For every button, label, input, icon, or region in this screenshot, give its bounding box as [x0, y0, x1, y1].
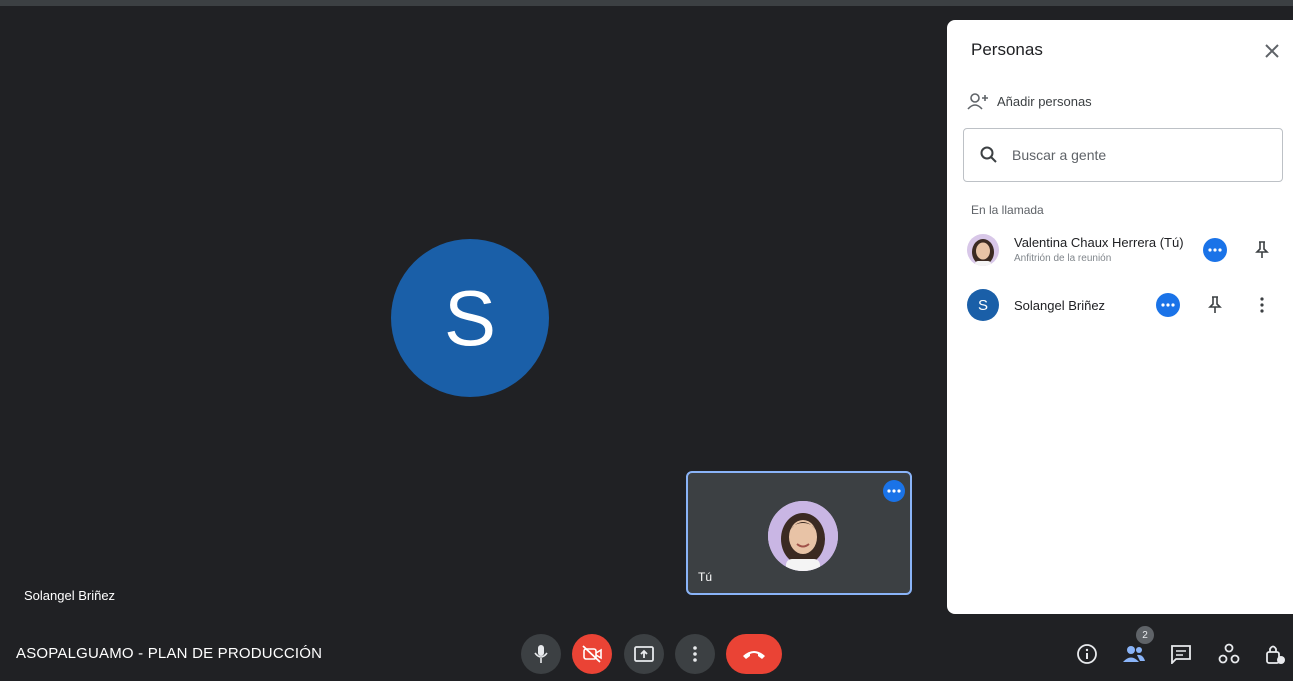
panel-title: Personas [971, 40, 1043, 59]
self-avatar [768, 501, 838, 571]
participant-role: Anfitrión de la reunión [1014, 253, 1112, 264]
show-people-button[interactable] [1121, 641, 1147, 667]
main-participant-avatar: S [391, 239, 549, 397]
more-vertical-icon [1260, 297, 1264, 313]
host-controls-icon [1266, 645, 1285, 664]
self-tile-label: Tú [698, 570, 713, 584]
pin-participant-button[interactable] [1203, 293, 1227, 317]
more-options-button[interactable] [675, 634, 715, 674]
participant-initial: S [977, 296, 988, 314]
meeting-title: ASOPALGUAMO - PLAN DE PRODUCCIÓN [16, 645, 323, 662]
participant-name: Solangel Briñez [1014, 298, 1106, 313]
leave-call-button[interactable] [726, 634, 782, 674]
in-call-section-label: En la llamada [971, 203, 1044, 217]
close-panel-button[interactable] [1261, 40, 1283, 62]
participant-menu-button[interactable] [1250, 293, 1274, 317]
add-people-button[interactable]: Añadir personas [967, 92, 1092, 110]
people-icon [1123, 646, 1145, 662]
hang-up-icon [743, 651, 765, 659]
add-people-label: Añadir personas [997, 93, 1092, 109]
meeting-info-button[interactable] [1074, 641, 1100, 667]
present-screen-icon [634, 646, 654, 662]
participant-row[interactable]: S Solangel Briñez [947, 285, 1293, 325]
self-tile-more-button[interactable] [883, 480, 905, 502]
present-screen-button[interactable] [624, 634, 664, 674]
camera-toggle-button[interactable] [572, 634, 612, 674]
close-icon [1265, 44, 1279, 58]
participant-row[interactable]: Valentina Chaux Herrera (Tú) Anfitrión d… [947, 230, 1293, 270]
mic-icon [534, 645, 548, 663]
chat-icon [1171, 645, 1191, 664]
pin-icon [1208, 296, 1222, 313]
chat-button[interactable] [1168, 641, 1194, 667]
more-options-icon [693, 646, 697, 662]
participant-avatar: S [967, 289, 999, 321]
main-participant-initial: S [443, 273, 497, 362]
pin-participant-button[interactable] [1250, 238, 1274, 262]
people-panel: Personas Añadir personas En la llamada [947, 20, 1293, 614]
add-person-icon [967, 93, 988, 110]
activities-button[interactable] [1216, 641, 1242, 667]
self-video-tile[interactable]: Tú [686, 471, 912, 595]
activities-icon [1218, 643, 1240, 664]
search-icon [980, 146, 997, 163]
info-icon [1077, 644, 1097, 664]
pin-icon [1255, 241, 1269, 258]
mic-toggle-button[interactable] [521, 634, 561, 674]
participant-more-button[interactable] [1156, 293, 1180, 317]
more-horizontal-icon [1161, 303, 1175, 307]
participant-avatar [967, 234, 999, 266]
main-participant-name: Solangel Briñez [24, 588, 116, 603]
search-people-field[interactable] [963, 128, 1283, 182]
more-horizontal-icon [1208, 248, 1222, 252]
camera-off-icon [582, 645, 602, 663]
participant-more-button[interactable] [1203, 238, 1227, 262]
host-controls-button[interactable] [1262, 641, 1288, 667]
more-horizontal-icon [887, 489, 901, 493]
participant-name: Valentina Chaux Herrera (Tú) [1014, 235, 1184, 250]
search-people-input[interactable] [1010, 146, 1274, 164]
